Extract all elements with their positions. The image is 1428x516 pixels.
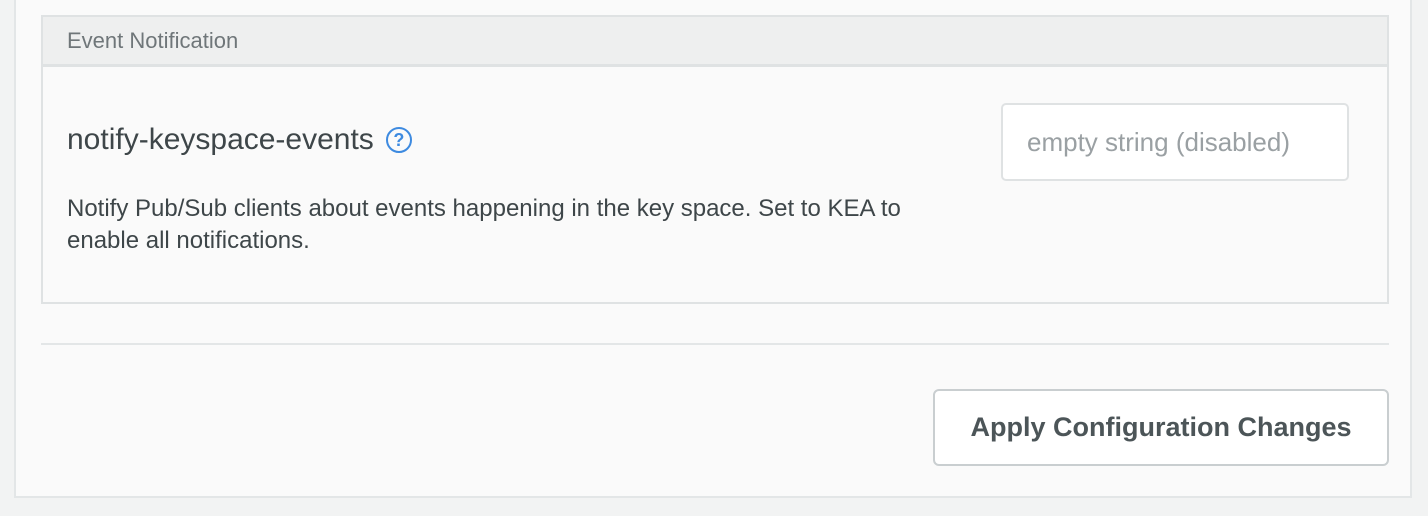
section-title: Event Notification <box>67 27 239 53</box>
apply-configuration-changes-button[interactable]: Apply Configuration Changes <box>933 389 1389 466</box>
help-icon[interactable]: ? <box>385 127 412 153</box>
setting-name: notify-keyspace-events <box>67 123 374 156</box>
setting-description: Notify Pub/Sub clients about events happ… <box>67 195 901 254</box>
setting-name-row: notify-keyspace-events ? <box>67 123 412 157</box>
event-notification-section: Event Notification notify-keyspace-event… <box>41 15 1389 304</box>
configuration-panel: Event Notification notify-keyspace-event… <box>14 0 1412 498</box>
notify-keyspace-events-input[interactable] <box>1001 103 1349 181</box>
divider <box>41 343 1389 345</box>
section-header: Event Notification <box>43 17 1387 67</box>
